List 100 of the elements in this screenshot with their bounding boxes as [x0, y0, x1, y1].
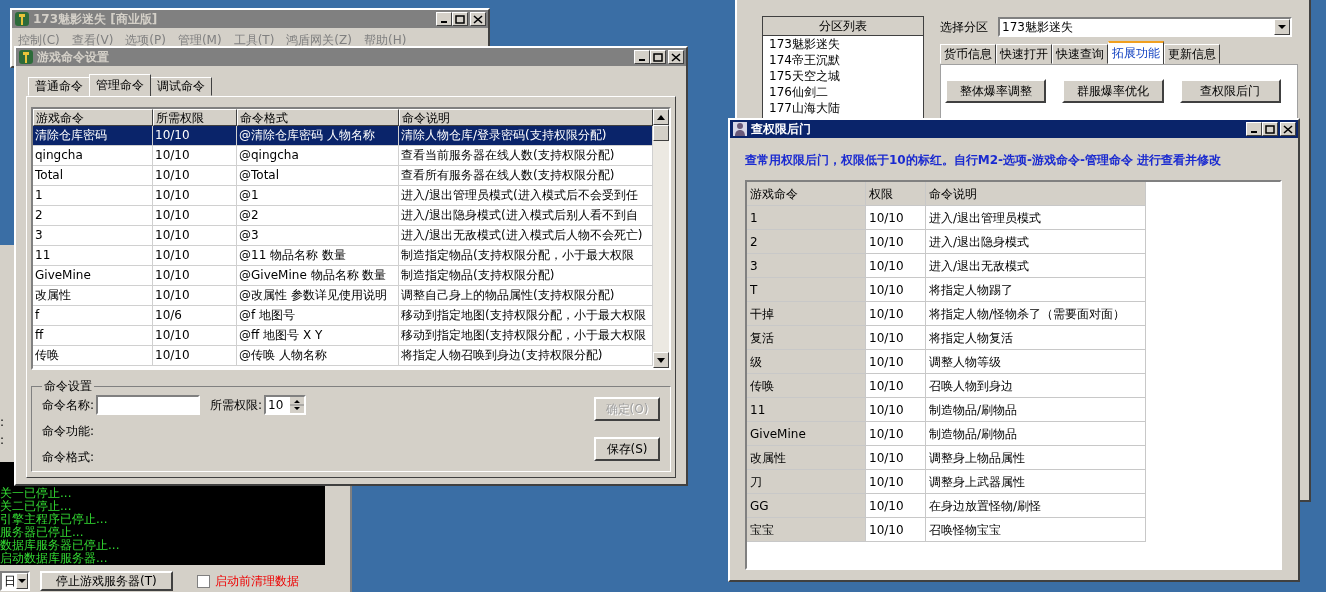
table-cell: 10/10: [153, 185, 237, 206]
app-icon: [732, 121, 748, 137]
table-cell: 10/10: [153, 145, 237, 166]
stop-server-button[interactable]: 停止游戏服务器(T): [40, 571, 173, 591]
tab[interactable]: 调试命令: [150, 77, 212, 96]
table-cell: 10/10: [866, 302, 926, 326]
table-cell: 10/10: [153, 265, 237, 286]
table-cell: 10/10: [866, 422, 926, 446]
list-item[interactable]: 177山海大陆: [763, 100, 923, 116]
field-label: 命令名称:: [42, 396, 95, 414]
list-item[interactable]: 175天空之城: [763, 68, 923, 84]
minimize-button[interactable]: [1246, 122, 1262, 136]
tab[interactable]: 快速查询: [1052, 44, 1108, 64]
maximize-button[interactable]: [1262, 122, 1278, 136]
table-cell: 传唤: [33, 345, 153, 366]
tab[interactable]: 普通命令: [28, 77, 90, 96]
column-header[interactable]: 命令格式: [237, 109, 399, 126]
close-icon: [473, 14, 483, 24]
table-row[interactable]: 2 10/10 @2 进入/退出隐身模式(进入模式后别人看不到自: [33, 206, 653, 226]
feature-button[interactable]: 查权限后门: [1179, 79, 1281, 103]
table-cell: @f 地图号: [237, 305, 399, 326]
column-header[interactable]: 命令说明: [399, 109, 653, 126]
table-row[interactable]: f 10/6 @f 地图号 移动到指定地图(支持权限分配，小于最大权限: [33, 306, 653, 326]
close-button[interactable]: [1280, 122, 1296, 136]
table-cell: @11 物品名称 数量: [237, 245, 399, 266]
feature-button[interactable]: 群服爆率优化: [1062, 79, 1164, 103]
table-cell: 2: [33, 205, 153, 226]
spin-arrows-icon: [290, 397, 305, 413]
table-cell: 进入/退出无敌模式: [926, 254, 1146, 278]
table-cell: 清除仓库密码: [33, 125, 153, 146]
table-cell: @1: [237, 185, 399, 206]
feature-button[interactable]: 整体爆率调整: [945, 79, 1047, 103]
column-header[interactable]: 游戏命令: [33, 109, 153, 126]
list-item[interactable]: 176仙剑二: [763, 84, 923, 100]
table-cell: qingcha: [33, 145, 153, 166]
log-line: 关二已停止...: [0, 500, 73, 513]
table-cell: 3: [33, 225, 153, 246]
table-cell: 干掉: [747, 302, 866, 326]
period-select[interactable]: 日: [0, 571, 30, 591]
window-title: 173魅影迷失 [商业版]: [33, 10, 158, 28]
table-cell: 10/10: [153, 225, 237, 246]
tab[interactable]: 管理命令: [89, 74, 151, 96]
scroll-thumb[interactable]: [653, 125, 669, 141]
table-cell: 10/6: [153, 305, 237, 326]
table-row[interactable]: Total 10/10 @Total 查看所有服务器在线人数(支持权限分配): [33, 166, 653, 186]
log-line: 引擎主程序已停止...: [0, 513, 109, 526]
log-line: 关一已停止...: [0, 487, 73, 500]
table-cell: @3: [237, 225, 399, 246]
tab[interactable]: 快速打开: [996, 44, 1052, 64]
table-cell: @ff 地图号 X Y: [237, 325, 399, 346]
table-row[interactable]: GiveMine 10/10 @GiveMine 物品名称 数量 制造指定物品(支持权限分配): [33, 266, 653, 286]
log-line: 启动数据库服务器...: [0, 552, 109, 565]
table-row[interactable]: 1 10/10 @1 进入/退出管理员模式(进入模式后不会受到任: [33, 186, 653, 206]
window-title: 查权限后门: [751, 120, 811, 138]
table-cell: 10/10: [866, 446, 926, 470]
column-header: 游戏命令: [747, 182, 866, 206]
tab[interactable]: 更新信息: [1164, 44, 1220, 64]
table-cell: 在身边放置怪物/刷怪: [926, 494, 1146, 518]
table-cell: T: [747, 278, 866, 302]
table-cell: @清除仓库密码 人物名称: [237, 125, 399, 146]
table-cell: 11: [33, 245, 153, 266]
field-label: 命令功能:: [42, 422, 95, 440]
table-cell: 调整人物等级: [926, 350, 1146, 374]
scrollbar[interactable]: [653, 109, 669, 368]
tab[interactable]: 拓展功能: [1108, 41, 1164, 64]
table-row[interactable]: 11 10/10 @11 物品名称 数量 制造指定物品(支持权限分配，小于最大权限: [33, 246, 653, 266]
table-row[interactable]: 改属性 10/10 @改属性 参数详见使用说明 调整自己身上的物品属性(支持权限分配): [33, 286, 653, 306]
list-item[interactable]: 174帝王沉默: [763, 52, 923, 68]
group-title: 命令设置: [43, 378, 93, 395]
maximize-icon: [455, 14, 465, 24]
table-cell: 10/10: [153, 285, 237, 306]
table-row[interactable]: ff 10/10 @ff 地图号 X Y 移动到指定地图(支持权限分配，小于最大权限: [33, 326, 653, 346]
table-row[interactable]: qingcha 10/10 @qingcha 查看当前服务器在线人数(支持权限分配): [33, 146, 653, 166]
table-cell: ff: [33, 325, 153, 346]
tab[interactable]: 货币信息: [940, 44, 996, 64]
table-cell: 10/10: [866, 278, 926, 302]
log-line: 数据库服务器已停止...: [0, 539, 121, 552]
table-row[interactable]: 清除仓库密码 10/10 @清除仓库密码 人物名称 清除人物仓库/登录密码(支持权限分配): [33, 126, 653, 146]
command-name-field[interactable]: [96, 395, 201, 415]
table-cell: GiveMine: [747, 422, 866, 446]
permission-spinner[interactable]: 10: [264, 395, 307, 415]
table-cell: 10/10: [866, 374, 926, 398]
window-title: 游戏命令设置: [37, 48, 109, 66]
table-cell: 进入/退出隐身模式: [926, 230, 1146, 254]
column-header[interactable]: 所需权限: [153, 109, 237, 126]
table-row[interactable]: 传唤 10/10 @传唤 人物名称 将指定人物召唤到身边(支持权限分配): [33, 346, 653, 366]
dialog-button[interactable]: 保存(S): [594, 437, 660, 461]
table-cell: GG: [747, 494, 866, 518]
column-header: 分区列表: [763, 17, 923, 36]
table-cell: 10/10: [866, 398, 926, 422]
field-label: 命令格式:: [42, 448, 95, 466]
zone-select[interactable]: 173魅影迷失: [998, 17, 1292, 37]
table-cell: 10/10: [153, 125, 237, 146]
table-row[interactable]: 3 10/10 @3 进入/退出无敌模式(进入模式后人物不会死亡): [33, 226, 653, 246]
table-cell: f: [33, 305, 153, 326]
table-cell: @2: [237, 205, 399, 226]
table-cell: 调整身上物品属性: [926, 446, 1146, 470]
list-item[interactable]: 173魅影迷失: [763, 36, 923, 52]
column-header: 权限: [866, 182, 926, 206]
minimize-icon: [639, 59, 645, 61]
